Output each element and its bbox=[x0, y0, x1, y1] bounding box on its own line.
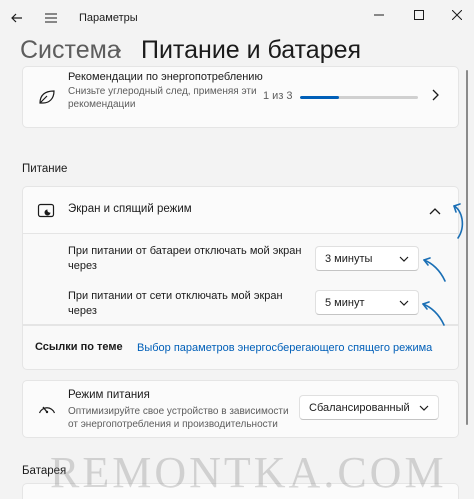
battery-screen-off-label: При питании от батареи отключать мой экр… bbox=[68, 245, 302, 272]
recommendations-counter: 1 из 3 bbox=[263, 90, 293, 102]
recommendations-card[interactable]: Рекомендации по энергопотреблению Снизьт… bbox=[22, 66, 459, 128]
maximize-icon bbox=[414, 10, 424, 20]
plugged-screen-off-dropdown[interactable]: 5 минут bbox=[315, 290, 419, 315]
back-button[interactable] bbox=[4, 6, 30, 30]
sleep-settings-link[interactable]: Выбор параметров энергосберегающего спящ… bbox=[137, 342, 432, 354]
plugged-screen-off-value: 5 минут bbox=[325, 296, 365, 309]
chevron-up-icon bbox=[429, 208, 441, 215]
screen-sleep-expander[interactable]: Экран и спящий режим bbox=[22, 186, 459, 234]
power-mode-text: Режим питания Оптимизируйте свое устройс… bbox=[68, 388, 293, 431]
recommendations-open-button[interactable] bbox=[425, 85, 445, 105]
gauge-icon bbox=[38, 406, 56, 414]
scrollbar[interactable] bbox=[466, 70, 468, 425]
plugged-screen-off-label: При питании от сети отключать мой экран … bbox=[68, 290, 283, 317]
power-mode-card: Режим питания Оптимизируйте свое устройс… bbox=[22, 380, 459, 438]
battery-screen-off-dropdown[interactable]: 3 минуты bbox=[315, 246, 419, 271]
window-title: Параметры bbox=[79, 12, 138, 24]
power-mode-value: Сбалансированный bbox=[309, 401, 410, 414]
breadcrumb-parent[interactable]: Система bbox=[20, 36, 121, 65]
hamburger-icon bbox=[45, 13, 57, 23]
related-links-row: Ссылки по теме Выбор параметров энергосб… bbox=[22, 325, 459, 370]
power-mode-dropdown[interactable]: Сбалансированный bbox=[299, 395, 439, 420]
power-mode-title: Режим питания bbox=[68, 389, 150, 401]
chevron-down-icon bbox=[399, 300, 409, 306]
section-heading-power: Питание bbox=[22, 163, 68, 175]
recommendations-title: Рекомендации по энергопотреблению bbox=[68, 71, 263, 83]
title-bar: Параметры bbox=[0, 0, 474, 36]
screen-sleep-collapse-button[interactable] bbox=[425, 201, 445, 221]
chevron-down-icon bbox=[399, 256, 409, 262]
power-mode-description: Оптимизируйте свое устройство в зависимо… bbox=[68, 406, 289, 430]
screen-sleep-settings: При питании от батареи отключать мой экр… bbox=[22, 234, 459, 325]
close-button[interactable] bbox=[442, 4, 472, 26]
minimize-button[interactable] bbox=[364, 4, 394, 26]
chevron-right-icon bbox=[432, 89, 439, 101]
breadcrumb-separator: › bbox=[115, 39, 122, 61]
section-heading-battery: Батарея bbox=[22, 465, 67, 477]
battery-card bbox=[22, 483, 459, 499]
related-links-label: Ссылки по теме bbox=[35, 341, 123, 353]
battery-screen-off-value: 3 минуты bbox=[325, 252, 373, 265]
menu-button[interactable] bbox=[38, 6, 64, 30]
chevron-down-icon bbox=[419, 405, 429, 411]
recommendations-text: Рекомендации по энергопотреблению Снизьт… bbox=[68, 71, 268, 111]
recommendations-progress-fill bbox=[300, 96, 339, 99]
recommendations-description: Снизьте углеродный след, применяя эти ре… bbox=[68, 86, 257, 110]
minimize-icon bbox=[374, 14, 384, 16]
maximize-button[interactable] bbox=[404, 4, 434, 26]
leaf-icon bbox=[39, 90, 55, 104]
page-title: Питание и батарея bbox=[141, 36, 362, 64]
screen-sleep-label: Экран и спящий режим bbox=[68, 203, 192, 215]
recommendations-progress bbox=[300, 96, 418, 99]
screen-sleep-icon bbox=[37, 203, 55, 218]
close-icon bbox=[452, 10, 462, 20]
arrow-left-icon bbox=[11, 13, 22, 23]
